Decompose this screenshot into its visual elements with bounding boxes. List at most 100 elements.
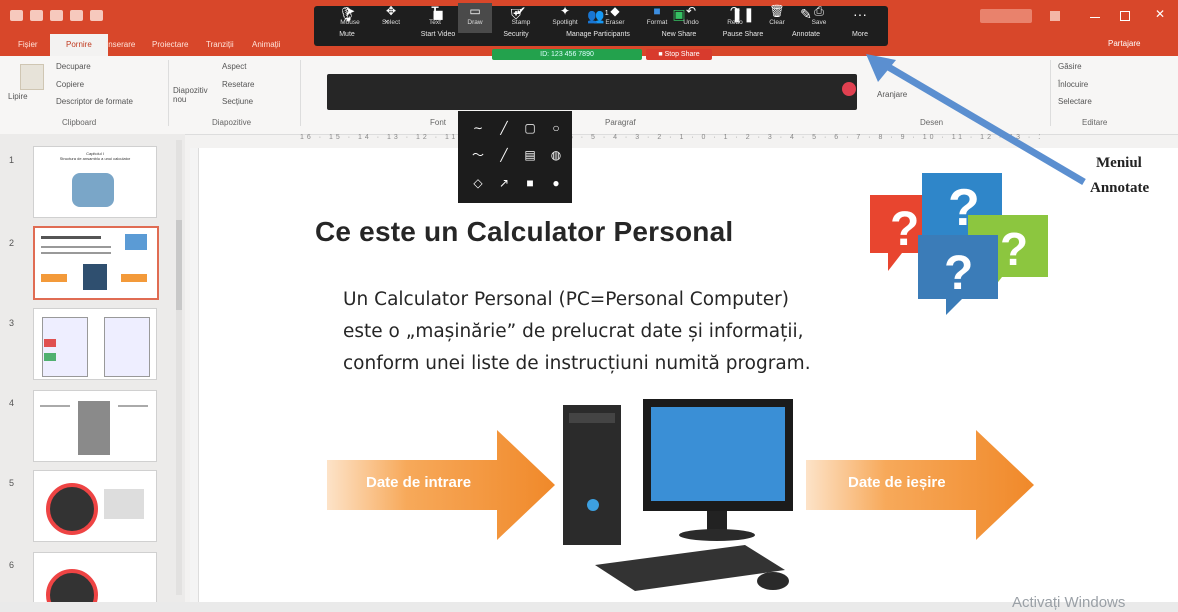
undo-icon[interactable] <box>30 10 43 21</box>
save-icon[interactable] <box>10 10 23 21</box>
format-icon: ■ <box>653 4 661 18</box>
slide-thumbnail-2[interactable] <box>33 226 159 300</box>
output-arrow-label: Date de ieșire <box>848 474 946 491</box>
slide-body-line[interactable]: este o „mașinărie” de prelucrat date și … <box>343 321 804 342</box>
new-slide-button[interactable]: Diapozitiv nou <box>173 86 211 104</box>
share-button[interactable]: Partajare <box>1108 39 1140 48</box>
thumbnail-scrollbar[interactable] <box>176 140 182 595</box>
cursor-icon: ➤ <box>344 4 356 18</box>
more-button[interactable]: ··· More <box>842 6 878 38</box>
present-icon[interactable] <box>70 10 83 21</box>
layout-button[interactable]: Aspect <box>222 62 246 71</box>
activate-windows-watermark: Activați Windows <box>1012 594 1126 611</box>
freehand-icon[interactable]: ∼ <box>466 118 490 138</box>
slide-number: 1 <box>9 155 15 165</box>
clipboard-group-label: Clipboard <box>62 118 97 127</box>
ribbon-display-icon[interactable] <box>1050 11 1060 21</box>
slide-number: 5 <box>9 478 15 488</box>
menu-home[interactable]: Pornire <box>50 34 108 56</box>
slide-thumbnail-1[interactable]: Capitolul I Structura de ansamblu a unui… <box>33 146 157 218</box>
ellipse-semi-icon[interactable]: ◍ <box>544 145 568 165</box>
freehand-bold-icon[interactable]: 〜 <box>466 145 490 165</box>
quick-access-icon[interactable] <box>90 10 103 21</box>
ribbon-separator <box>300 60 301 126</box>
rectangle-filled-icon[interactable]: ■ <box>518 173 542 193</box>
paste-button[interactable]: Lipire <box>8 92 28 101</box>
move-icon: ✥ <box>385 4 397 18</box>
redo-icon[interactable] <box>50 10 63 21</box>
section-button[interactable]: Secțiune <box>222 97 253 106</box>
format-painter-button[interactable]: Descriptor de formate <box>56 97 133 106</box>
reset-button[interactable]: Resetare <box>222 80 254 89</box>
slide-thumbnail-3[interactable] <box>33 308 157 380</box>
undo-icon: ↶ <box>685 4 697 18</box>
save-tool[interactable]: ⎙ Save <box>802 3 836 33</box>
redo-tool[interactable]: ↷ Redo <box>718 3 752 33</box>
menu-file[interactable]: Fișier <box>18 40 38 49</box>
trash-icon: 🗑 <box>769 4 785 18</box>
slide-number: 2 <box>9 238 15 248</box>
menu-transitions[interactable]: Tranziții <box>206 40 234 49</box>
text-icon: T <box>431 4 439 18</box>
diamond-icon[interactable]: ◇ <box>466 173 490 193</box>
ellipse-filled-icon[interactable]: ● <box>544 173 568 193</box>
callout-label: Meniul <box>1096 155 1142 171</box>
rectangle-icon[interactable]: ▢ <box>518 118 542 138</box>
select-tool[interactable]: ✥ Select <box>374 3 408 33</box>
clear-tool[interactable]: 🗑 Clear <box>760 3 794 33</box>
input-arrow-label: Date de intrare <box>366 474 472 491</box>
paragraph-group-label: Paragraf <box>605 118 636 127</box>
minimize-icon[interactable] <box>1090 17 1100 18</box>
draw-icon: ▭ <box>469 4 481 18</box>
annotate-toolbar <box>327 74 857 110</box>
close-icon[interactable]: ✕ <box>1155 7 1165 21</box>
stamp-tool[interactable]: ✔ Stamp <box>504 3 538 33</box>
svg-text:?: ? <box>890 203 919 256</box>
svg-text:?: ? <box>1000 223 1028 275</box>
callout-label: Annotate <box>1090 180 1150 196</box>
computer-image <box>563 399 793 591</box>
slide-number: 4 <box>9 398 15 408</box>
mouse-tool[interactable]: ➤ Mouse <box>333 3 367 33</box>
scrollbar-thumb[interactable] <box>176 220 182 310</box>
ribbon-separator <box>168 60 169 126</box>
format-tool[interactable]: ■ Format <box>640 3 674 33</box>
slide-thumbnail-6[interactable] <box>33 552 157 604</box>
line-icon[interactable]: ╱ <box>492 118 516 138</box>
slide-thumbnail-4[interactable] <box>33 390 157 462</box>
close-annotate-icon[interactable] <box>842 82 856 96</box>
slide-body-line[interactable]: conform unei liste de instrucțiuni numit… <box>343 353 811 374</box>
spotlight-icon: ✦ <box>559 4 571 18</box>
line-bold-icon[interactable]: ╱ <box>492 145 516 165</box>
menu-animations[interactable]: Animații <box>252 40 280 49</box>
rectangle-semi-icon[interactable]: ▤ <box>518 145 542 165</box>
slide-number: 3 <box>9 318 15 328</box>
copy-button[interactable]: Copiere <box>56 80 84 89</box>
cut-button[interactable]: Decupare <box>56 62 91 71</box>
text-tool[interactable]: T Text <box>418 3 452 33</box>
arrow-line-icon[interactable]: ↗ <box>492 173 516 193</box>
undo-tool[interactable]: ↶ Undo <box>674 3 708 33</box>
thumb-subtitle: Structura de ansamblu a unui calculator <box>59 156 131 161</box>
eraser-icon: ◆ <box>610 4 620 18</box>
account-button[interactable] <box>980 9 1032 23</box>
save-icon: ⎙ <box>814 4 824 18</box>
vertical-ruler <box>190 148 199 602</box>
ellipse-icon[interactable]: ○ <box>544 118 568 138</box>
meeting-id-pill[interactable]: ID: 123 456 7890 <box>492 49 642 60</box>
callout-arrow <box>866 54 1086 186</box>
slide-body-line[interactable]: Un Calculator Personal (PC=Personal Comp… <box>343 289 789 310</box>
eraser-tool[interactable]: ◆ Eraser <box>598 3 632 33</box>
menu-design[interactable]: Proiectare <box>152 40 188 49</box>
stop-share-button[interactable]: ■ Stop Share <box>646 49 712 60</box>
more-icon: ··· <box>853 6 867 22</box>
maximize-icon[interactable] <box>1120 11 1130 21</box>
stamp-icon: ✔ <box>515 4 527 18</box>
spotlight-tool[interactable]: ✦ Spotlight <box>548 3 582 33</box>
draw-tool[interactable]: ▭ Draw <box>458 3 492 33</box>
paste-icon[interactable] <box>20 64 44 90</box>
slide-title[interactable]: Ce este un Calculator Personal <box>315 216 733 248</box>
menu-insert[interactable]: Inserare <box>106 40 135 49</box>
slide-thumbnail-5[interactable] <box>33 470 157 542</box>
slides-group-label: Diapozitive <box>212 118 252 127</box>
